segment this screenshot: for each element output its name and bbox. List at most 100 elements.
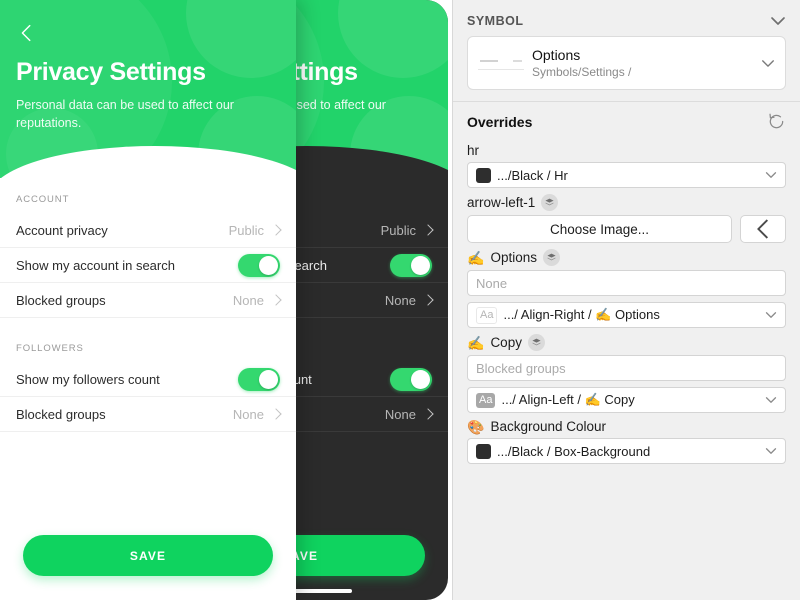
choose-image-button[interactable]: Choose Image... [467,215,732,243]
toggle-switch[interactable] [238,253,280,277]
override-value: .../ Align-Left / ✍️ Copy [501,392,635,407]
table-row[interactable]: Show my account in search [296,248,448,283]
home-indicator [296,589,352,593]
override-label-copy: ✍️ Copy [453,328,800,355]
table-row[interactable]: Blocked groups None [296,283,448,318]
row-label: Show my account in search [296,257,327,273]
row-value: None [232,292,264,308]
settings-list-dark: ACCOUNT Account privacy Public Show my a… [296,178,448,432]
override-value: .../Black / Hr [497,167,568,183]
phone-screen-light: Privacy Settings Personal data can be us… [0,0,296,600]
save-button[interactable]: SAVE [296,535,425,576]
artist-palette-icon: 🎨 [467,418,485,435]
row-label: Blocked groups [296,293,385,308]
reset-arrow-icon[interactable] [767,112,786,131]
overrides-header: Overrides [453,102,800,137]
phone-screen-dark: Privacy Settings Personal data can be us… [296,0,448,600]
chevron-right-icon [270,224,282,236]
table-row[interactable]: Show my followers count [0,362,296,397]
override-text-placeholder: None [476,275,508,291]
save-button[interactable]: SAVE [23,535,273,576]
settings-list: ACCOUNT Account privacy Public Show my a… [0,178,296,432]
override-label-hr: hr [453,137,800,162]
table-row[interactable]: Account privacy Public [0,213,296,248]
symbol-thumbnail [478,52,526,74]
symbol-selector[interactable]: Options Symbols/Settings / [467,36,786,90]
chevron-down-icon[interactable] [765,171,777,179]
chevron-down-icon[interactable] [770,16,786,26]
override-style-options[interactable]: Aa .../ Align-Right / ✍️ Options [467,302,786,328]
override-value: .../Black / Box-Background [497,443,651,459]
table-row[interactable]: Show my account in search [0,248,296,283]
row-label: Blocked groups [16,292,106,308]
image-preview-button[interactable] [740,215,786,243]
chevron-right-icon [270,408,282,420]
row-label: Show my followers count [16,371,160,387]
app-window: Privacy Settings Personal data can be us… [0,0,800,600]
writing-hand-icon: ✍️ [467,334,485,351]
symbol-meta: Options Symbols/Settings / [532,47,761,80]
row-label: Blocked groups [16,406,106,422]
color-swatch [476,167,491,183]
row-value: Public [228,222,264,238]
override-label-options: ✍️ Options [453,243,800,270]
chevron-down-icon[interactable] [761,59,775,68]
toggle-switch[interactable] [238,367,280,391]
toggle-knob [259,369,278,389]
text-style-badge: Aa [476,306,498,324]
row-label: Account privacy [16,222,108,238]
table-row[interactable]: Blocked groups None [0,397,296,432]
row-value: None [232,406,264,422]
override-label-background-colour: 🎨 Background Colour [453,413,800,438]
page-title: Privacy Settings [16,58,206,86]
table-row[interactable]: Account privacy Public [296,213,448,248]
row-label: Show my account in search [16,257,175,273]
layers-icon [542,249,560,266]
override-text-copy[interactable]: Blocked groups [467,355,786,381]
override-value: .../ Align-Right / ✍️ Options [503,307,660,322]
writing-hand-icon: ✍️ [467,249,485,266]
table-row[interactable]: Show my followers count [296,362,448,397]
page-title: Privacy Settings [296,58,358,86]
page-subtitle: Personal data can be used to affect our … [16,98,234,130]
override-label-text: arrow-left-1 [467,195,536,210]
canvas-area[interactable]: Privacy Settings Personal data can be us… [0,0,452,600]
page-subtitle: Personal data can be used to affect our … [296,98,386,112]
section-label-account: ACCOUNT [16,194,70,205]
chevron-right-icon [270,294,282,306]
phone-mockup-light[interactable]: Privacy Settings Personal data can be us… [0,0,296,600]
chevron-right-icon [422,294,434,306]
override-label-text: Background Colour [490,419,607,434]
override-label-text: hr [467,143,480,158]
override-image-row: Choose Image... [467,215,786,243]
row-value: Public [380,222,416,238]
section-label: ACCOUNT [296,178,448,213]
override-select-hr[interactable]: .../Black / Hr [467,162,786,188]
table-row[interactable]: Blocked groups None [0,283,296,318]
color-swatch [476,443,491,459]
toggle-knob [411,369,430,389]
override-select-background-colour[interactable]: .../Black / Box-Background [467,438,786,464]
header-banner-dark: Privacy Settings Personal data can be us… [296,0,448,178]
row-label: Blocked groups [296,407,385,422]
symbol-path: Symbols/Settings / [532,64,632,79]
chevron-down-icon[interactable] [765,447,777,455]
section-label: FOLLOWERS [296,327,448,362]
symbol-section-header[interactable]: SYMBOL [453,0,800,36]
chevron-down-icon[interactable] [765,311,777,319]
override-label-text: Options [490,250,537,265]
phone-mockup-dark[interactable]: Privacy Settings Personal data can be us… [296,0,448,600]
toggle-switch[interactable] [390,253,432,277]
override-text-options[interactable]: None [467,270,786,296]
chevron-left-icon [757,219,769,239]
row-value: None [384,406,416,422]
chevron-right-icon [422,408,434,420]
toggle-switch[interactable] [390,367,432,391]
chevron-left-icon[interactable] [16,22,38,44]
table-row[interactable]: Blocked groups None [296,397,448,432]
chevron-down-icon[interactable] [765,396,777,404]
override-style-copy[interactable]: Aa .../ Align-Left / ✍️ Copy [467,387,786,413]
toggle-knob [411,255,430,275]
